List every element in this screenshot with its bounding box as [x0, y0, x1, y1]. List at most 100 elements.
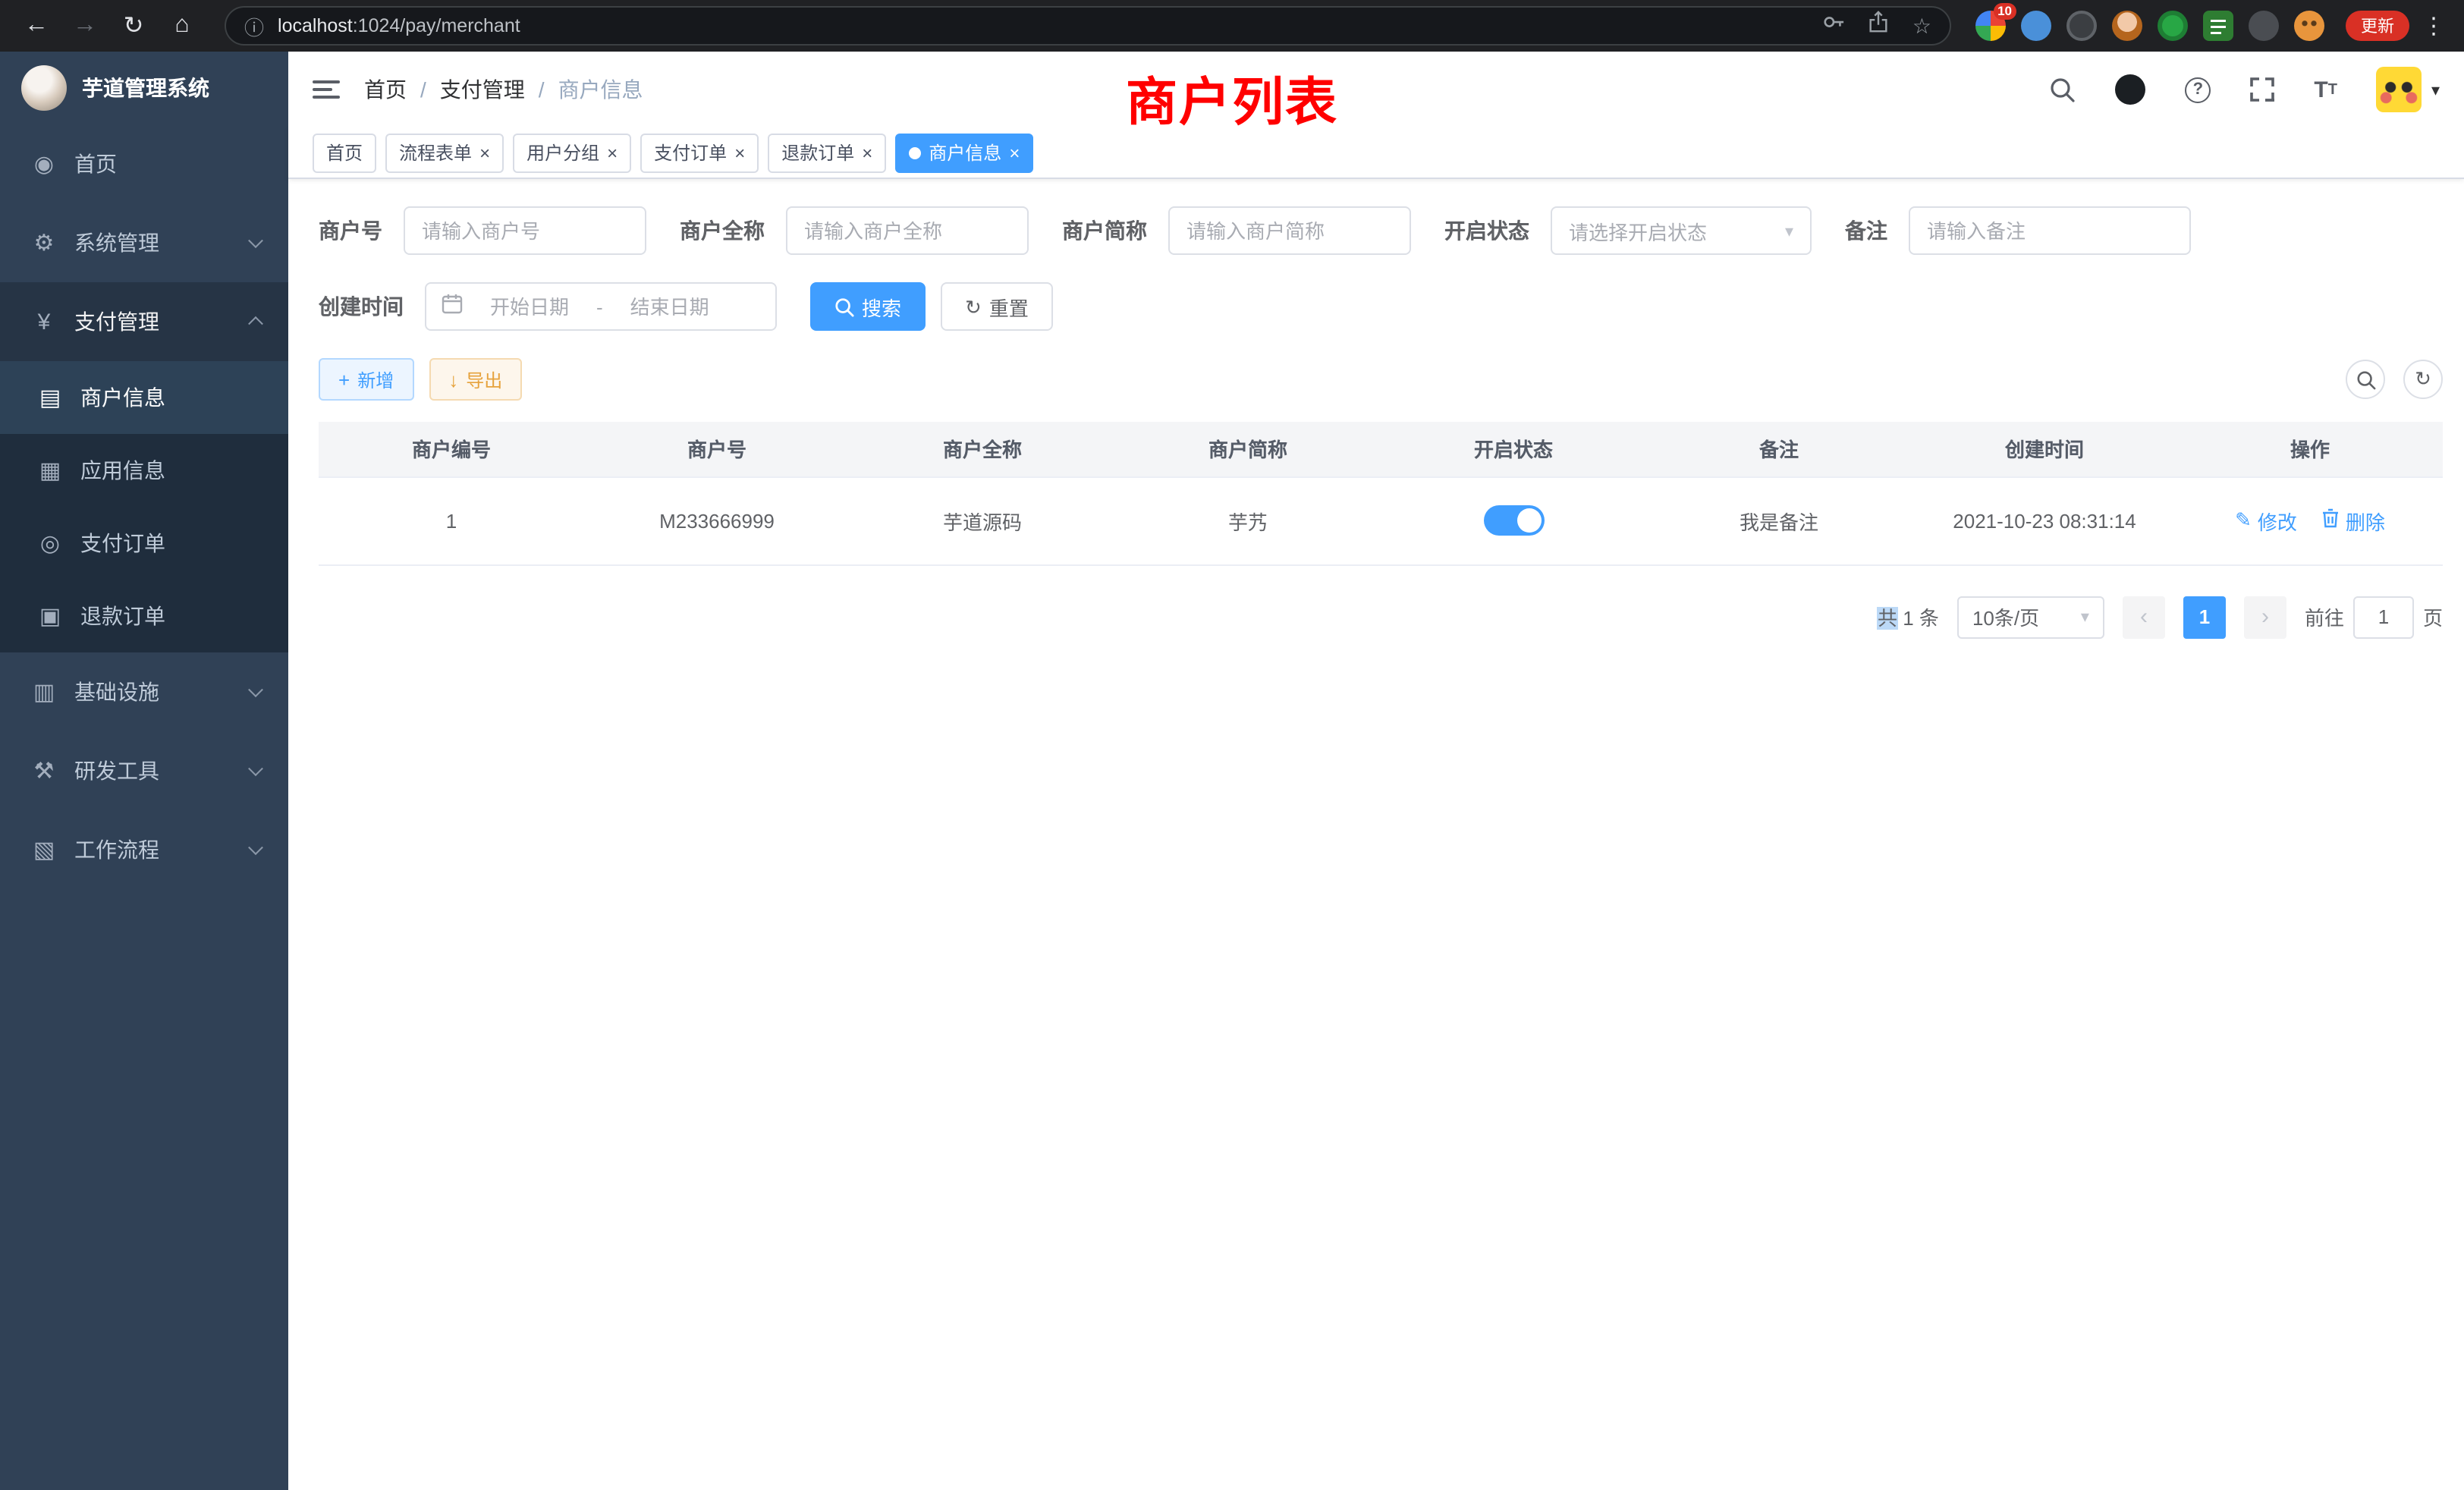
sidebar-menu: ◉ 首页 ⚙ 系统管理 ¥ 支付管理 ▤ 商户信息 [0, 124, 288, 889]
user-menu[interactable]: ▾ [2377, 67, 2440, 112]
password-key-icon[interactable] [1823, 11, 1846, 41]
merchant-no-input[interactable] [404, 206, 646, 255]
sidebar-item-infrastructure[interactable]: ▥ 基础设施 [0, 652, 288, 731]
page-1-button[interactable]: 1 [2183, 596, 2226, 638]
cell-actions: ✎ 修改 删除 [2177, 476, 2443, 564]
tab-refund-order[interactable]: 退款订单× [768, 133, 886, 172]
table-toolbar: + 新增 ↓ 导出 ↻ [319, 358, 2443, 401]
extension-badge: 10 [1993, 3, 2016, 20]
close-icon[interactable]: × [862, 143, 872, 162]
page-size-select[interactable]: 10条/页 ▾ [1957, 596, 2104, 638]
create-time-label: 创建时间 [319, 291, 404, 322]
full-name-input[interactable] [786, 206, 1029, 255]
breadcrumb-payment[interactable]: 支付管理 [440, 74, 525, 105]
tabs-bar: 首页 流程表单× 用户分组× 支付订单× 退款订单× 商户信息× [288, 127, 2464, 179]
extension-icon-2[interactable] [2021, 11, 2051, 41]
extensions-area: 10 [1975, 11, 2324, 41]
short-name-label: 商户简称 [1062, 215, 1147, 246]
plus-icon: + [338, 369, 350, 389]
close-icon[interactable]: × [479, 143, 490, 162]
extension-icon-1[interactable]: 10 [1975, 11, 2006, 41]
target-icon: ◎ [36, 530, 64, 557]
tab-merchant-info[interactable]: 商户信息× [895, 133, 1033, 172]
extension-icon-4[interactable] [2112, 11, 2142, 41]
sidebar-item-workflow[interactable]: ▧ 工作流程 [0, 810, 288, 889]
extension-icon-8[interactable] [2294, 11, 2324, 41]
hamburger-icon[interactable] [313, 80, 340, 99]
remark-input[interactable] [1909, 206, 2191, 255]
tab-pay-order[interactable]: 支付订单× [640, 133, 759, 172]
reset-button[interactable]: ↻ 重置 [941, 282, 1053, 331]
user-avatar[interactable] [2377, 67, 2422, 112]
sidebar-item-pay-order[interactable]: ◎ 支付订单 [0, 507, 288, 580]
delete-link[interactable]: 删除 [2321, 506, 2385, 535]
close-icon[interactable]: × [734, 143, 745, 162]
refresh-icon: ↻ [2415, 367, 2431, 391]
fullscreen-icon[interactable] [2250, 77, 2274, 102]
date-range-separator: - [596, 295, 603, 318]
close-icon[interactable]: × [607, 143, 618, 162]
full-name-label: 商户全称 [680, 215, 765, 246]
help-icon[interactable]: ? [2185, 77, 2211, 102]
date-end-input[interactable] [612, 294, 728, 319]
status-toggle[interactable] [1483, 505, 1544, 536]
browser-back-button[interactable]: ← [15, 5, 58, 47]
address-bar[interactable]: ⓘ localhost:1024/pay/merchant ☆ [225, 6, 1951, 46]
sidebar-item-label: 支付管理 [74, 306, 159, 337]
close-icon[interactable]: × [1009, 143, 1020, 162]
table-tools: ↻ [2346, 360, 2443, 399]
sidebar-item-dev-tools[interactable]: ⚒ 研发工具 [0, 731, 288, 810]
remark-label: 备注 [1845, 215, 1887, 246]
sidebar-item-refund-order[interactable]: ▣ 退款订单 [0, 580, 288, 652]
sidebar-item-app-info[interactable]: ▦ 应用信息 [0, 434, 288, 507]
col-merchant-id: 商户编号 [319, 422, 584, 476]
extension-icon-6[interactable] [2203, 11, 2233, 41]
next-page-button[interactable]: › [2244, 596, 2286, 638]
active-dot [909, 146, 921, 159]
sidebar-item-merchant-info[interactable]: ▤ 商户信息 [0, 361, 288, 434]
browser-menu-button[interactable]: ⋮ [2418, 12, 2449, 39]
short-name-input[interactable] [1168, 206, 1411, 255]
bookmark-star-icon[interactable]: ☆ [1912, 15, 1931, 36]
font-size-icon[interactable]: TT [2314, 77, 2337, 102]
browser-update-button[interactable]: 更新 [2346, 11, 2409, 41]
tab-user-group[interactable]: 用户分组× [513, 133, 631, 172]
date-start-input[interactable] [472, 294, 587, 319]
add-button[interactable]: + 新增 [319, 358, 413, 401]
calendar-icon [442, 292, 463, 321]
tab-home[interactable]: 首页 [313, 133, 376, 172]
sidebar-item-payment[interactable]: ¥ 支付管理 [0, 282, 288, 361]
extension-icon-5[interactable] [2158, 11, 2188, 41]
status-select[interactable]: 请选择开启状态 ▾ [1551, 206, 1812, 255]
github-icon[interactable] [2115, 74, 2145, 105]
cell-remark: 我是备注 [1646, 476, 1912, 564]
share-icon[interactable] [1868, 11, 1890, 41]
prev-page-button[interactable]: ‹ [2123, 596, 2165, 638]
edit-link[interactable]: ✎ 修改 [2235, 506, 2297, 535]
browser-forward-button[interactable]: → [64, 5, 106, 47]
create-time-range-picker[interactable]: - [425, 282, 777, 331]
refresh-table-button[interactable]: ↻ [2403, 360, 2443, 399]
tab-process-form[interactable]: 流程表单× [385, 133, 504, 172]
search-button[interactable]: 搜索 [810, 282, 926, 331]
site-info-icon[interactable]: ⓘ [244, 11, 264, 40]
extension-icon-3[interactable] [2066, 11, 2097, 41]
app-logo[interactable]: 芋道管理系统 [0, 52, 288, 124]
browser-reload-button[interactable]: ↻ [112, 5, 155, 47]
search-icon[interactable] [2048, 76, 2076, 103]
card-icon: ▤ [36, 384, 64, 411]
breadcrumb-home[interactable]: 首页 [364, 74, 407, 105]
extension-icon-7[interactable] [2249, 11, 2279, 41]
sidebar-item-home[interactable]: ◉ 首页 [0, 124, 288, 203]
goto-page-input[interactable] [2353, 596, 2414, 638]
status-label: 开启状态 [1444, 215, 1529, 246]
trash-icon [2321, 508, 2340, 533]
reload-icon: ↻ [124, 11, 144, 41]
url-host: localhost [278, 15, 353, 36]
sidebar-item-system[interactable]: ⚙ 系统管理 [0, 203, 288, 282]
top-navbar: 首页 / 支付管理 / 商户信息 商户列表 ? TT ▾ [288, 52, 2464, 127]
export-button[interactable]: ↓ 导出 [429, 358, 522, 401]
browser-home-button[interactable]: ⌂ [161, 5, 203, 47]
toggle-search-button[interactable] [2346, 360, 2385, 399]
cell-full-name: 芋道源码 [850, 476, 1115, 564]
